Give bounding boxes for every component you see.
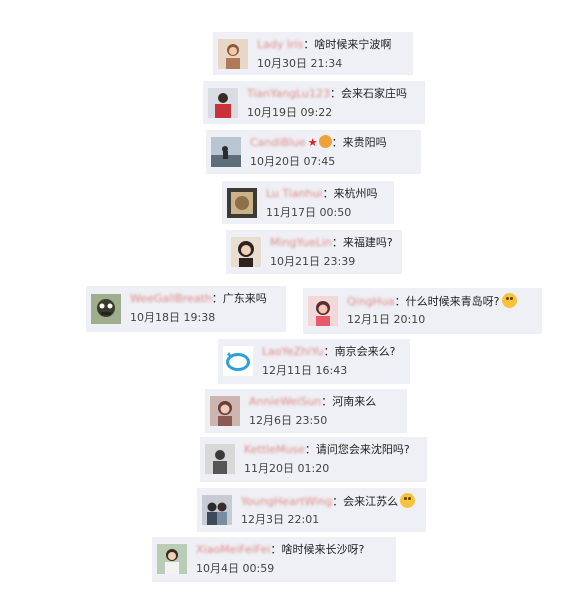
- comment-timestamp: 10月30日 21:34: [257, 57, 343, 70]
- comment-card: WeeGallBreath：广东来吗 10月18日 19:38: [86, 286, 286, 332]
- comment-text: ：南京会来么?: [323, 345, 396, 358]
- avatar-woman-icon[interactable]: [210, 396, 240, 426]
- comment-text: ：啥时候来宁波啊: [303, 38, 392, 51]
- comment-text: ：来福建吗?: [331, 236, 393, 249]
- comment-timestamp: 10月20日 07:45: [250, 155, 336, 168]
- comment-timestamp: 12月11日 16:43: [262, 364, 348, 377]
- avatar-couple-icon[interactable]: [202, 495, 232, 525]
- comment-text: ：广东来吗: [211, 292, 267, 305]
- comment-timestamp: 12月6日 23:50: [249, 414, 328, 427]
- username-link[interactable]: TianYangLu123: [247, 87, 330, 100]
- comment-card: TianYangLu123：会来石家庄吗 10月19日 09:22: [203, 81, 425, 124]
- comment-text: ：会来江苏么: [332, 495, 399, 508]
- comment-timestamp: 12月1日 20:10: [347, 313, 426, 326]
- comment-card: CandiBlue ★ ：来贵阳吗 10月20日 07:45: [206, 130, 421, 174]
- comment-line: MingYueLin：来福建吗?: [270, 235, 393, 250]
- comment-line: XiaoMeiFeiFei：啥时候来长沙呀?: [196, 542, 364, 557]
- comment-text: ：请问您会来沈阳吗?: [304, 443, 410, 456]
- comment-card: AnnieWeiSun：河南来么 12月6日 23:50: [205, 389, 407, 433]
- comment-timestamp: 12月3日 22:01: [241, 513, 320, 526]
- comment-line: KettleMuse：请问您会来沈阳吗?: [244, 442, 410, 457]
- avatar-woman-icon[interactable]: [157, 544, 187, 574]
- comment-card: Lu Tianhui：来杭州吗 11月17日 00:50: [222, 181, 394, 224]
- comment-line: CandiBlue ★ ：来贵阳吗: [250, 135, 387, 150]
- comment-text: ：啥时候来长沙呀?: [270, 543, 365, 556]
- comment-text: ：来贵阳吗: [331, 136, 387, 149]
- username-link[interactable]: KettleMuse: [244, 443, 305, 456]
- comment-text: ：河南来么: [321, 395, 377, 408]
- avatar-woman-icon[interactable]: [208, 88, 238, 118]
- comment-line: QingHua：什么时候来青岛呀?: [347, 293, 517, 309]
- comment-card: YoungHeartWing：会来江苏么 12月3日 22:01: [197, 488, 426, 532]
- username-link[interactable]: Lu Tianhui: [266, 187, 323, 200]
- comment-line: YoungHeartWing：会来江苏么: [241, 493, 416, 509]
- badge-icon: [318, 135, 332, 148]
- avatar-woman-icon[interactable]: [231, 237, 261, 267]
- comment-line: TianYangLu123：会来石家庄吗: [247, 86, 407, 101]
- comment-text: ：什么时候来青岛呀?: [394, 295, 500, 308]
- star-icon: ★: [307, 136, 318, 149]
- comment-text: ：会来石家庄吗: [329, 87, 407, 100]
- avatar-landscape-icon[interactable]: [211, 137, 241, 167]
- comment-timestamp: 10月19日 09:22: [247, 106, 333, 119]
- comment-timestamp: 10月18日 19:38: [130, 311, 216, 324]
- username-link[interactable]: YoungHeartWing: [241, 495, 332, 508]
- username-link[interactable]: Lady Iris: [257, 38, 303, 51]
- avatar-woman-icon[interactable]: [308, 296, 338, 326]
- username-link[interactable]: WeeGallBreath: [130, 292, 212, 305]
- comment-card: Lady Iris：啥时候来宁波啊 10月30日 21:34: [213, 32, 413, 75]
- comment-card: LaoYeZhiYu：南京会来么? 12月11日 16:43: [218, 339, 410, 384]
- laugh-emoji-icon: [400, 493, 416, 508]
- comment-text: ：来杭州吗: [322, 187, 378, 200]
- comment-timestamp: 11月17日 00:50: [266, 206, 352, 219]
- comment-line: Lady Iris：啥时候来宁波啊: [257, 37, 391, 52]
- comment-card: XiaoMeiFeiFei：啥时候来长沙呀? 10月4日 00:59: [152, 537, 396, 582]
- avatar-cartoon-icon[interactable]: [91, 294, 121, 324]
- avatar-default-icon[interactable]: [223, 346, 253, 376]
- avatar-woman-icon[interactable]: [218, 39, 248, 69]
- comment-timestamp: 10月4日 00:59: [196, 562, 275, 575]
- smile-emoji-icon: [501, 293, 517, 308]
- avatar-person-icon[interactable]: [205, 444, 235, 474]
- comment-line: WeeGallBreath：广东来吗: [130, 291, 267, 306]
- username-link[interactable]: XiaoMeiFeiFei: [196, 543, 270, 556]
- username-link[interactable]: AnnieWeiSun: [249, 395, 321, 408]
- comment-line: AnnieWeiSun：河南来么: [249, 394, 376, 409]
- comment-line: Lu Tianhui：来杭州吗: [266, 186, 378, 201]
- comment-card: QingHua：什么时候来青岛呀? 12月1日 20:10: [303, 288, 542, 334]
- comment-timestamp: 10月21日 23:39: [270, 255, 356, 268]
- username-link[interactable]: MingYueLin: [270, 236, 332, 249]
- username-link[interactable]: CandiBlue: [250, 136, 306, 149]
- username-link[interactable]: LaoYeZhiYu: [262, 345, 324, 358]
- comment-card: KettleMuse：请问您会来沈阳吗? 11月20日 01:20: [200, 437, 427, 482]
- username-link[interactable]: QingHua: [347, 295, 395, 308]
- comment-card: MingYueLin：来福建吗? 10月21日 23:39: [226, 230, 402, 274]
- comment-timestamp: 11月20日 01:20: [244, 462, 330, 475]
- comment-line: LaoYeZhiYu：南京会来么?: [262, 344, 395, 359]
- avatar-cat-icon[interactable]: [227, 188, 257, 218]
